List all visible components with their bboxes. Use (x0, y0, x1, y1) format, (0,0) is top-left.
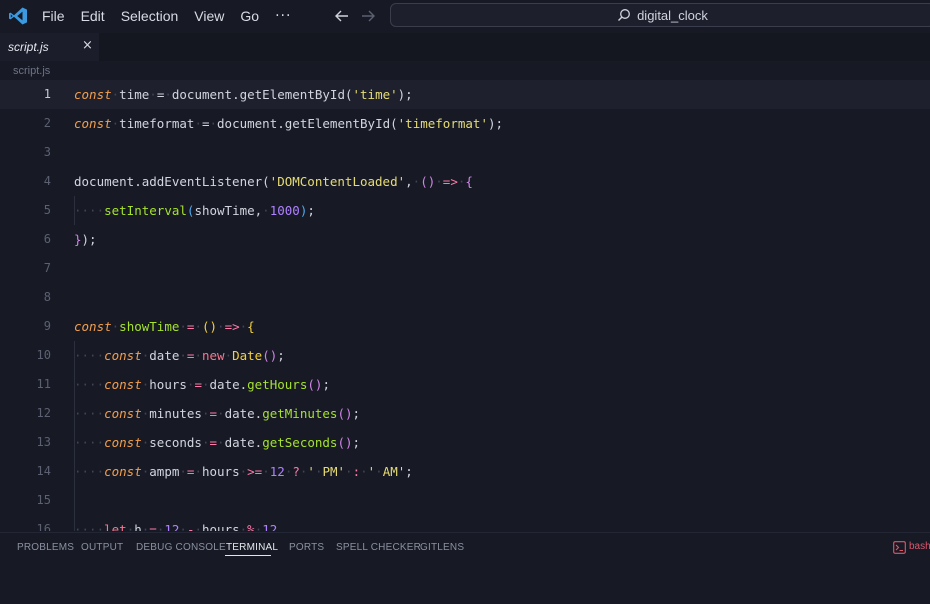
line-number: 4 (43, 174, 51, 188)
code-text: const·showTime·=·()·=>·{ (74, 319, 255, 334)
breadcrumb[interactable]: script.js (13, 65, 50, 77)
command-center-search[interactable]: digital_clock (390, 3, 930, 27)
menu-bar: File Edit Selection View Go ··· (34, 0, 299, 32)
terminal-shell-label[interactable]: bash (909, 541, 930, 552)
code-text: document.addEventListener('DOMContentLoa… (74, 174, 473, 189)
terminal-panel[interactable] (0, 562, 930, 604)
panel-tab-problems[interactable]: PROBLEMS (17, 542, 74, 553)
menu-edit[interactable]: Edit (73, 0, 113, 32)
active-tab-indicator (225, 555, 271, 556)
code-line[interactable]: 2 const·timeformat·=·document.getElementB… (0, 109, 930, 138)
line-number: 13 (36, 435, 51, 449)
panel-tab-bar: bash PROBLEMS OUTPUT DEBUG CONSOLE TERMINAL… (0, 532, 930, 562)
code-text: }); (74, 232, 97, 247)
panel-tab-output[interactable]: OUTPUT (81, 542, 123, 553)
line-number: 7 (43, 261, 51, 275)
menu-go[interactable]: Go (232, 0, 267, 32)
arrow-left-icon[interactable] (332, 6, 352, 26)
code-text: ····const·date·=·new·Date(); (74, 348, 285, 363)
code-line[interactable]: 7 (0, 254, 930, 283)
code-text: const·timeformat·=·document.getElementBy… (74, 116, 504, 131)
panel-tab-spell-checker[interactable]: SPELL CHECKER (336, 542, 421, 553)
indent-guide (74, 341, 75, 531)
code-line[interactable]: 5 ····setInterval(showTime,·1000); (0, 196, 930, 225)
code-line[interactable]: 13 ····const·seconds·=·date.getSeconds(); (0, 428, 930, 457)
line-number: 16 (36, 522, 51, 531)
line-number: 3 (43, 145, 51, 159)
tab-label: script.js (8, 40, 49, 54)
close-icon[interactable]: × (82, 39, 93, 53)
panel-tab-debug-console[interactable]: DEBUG CONSOLE (136, 542, 226, 553)
code-line[interactable]: 11 ····const·hours·=·date.getHours(); (0, 370, 930, 399)
code-text: ····const·hours·=·date.getHours(); (74, 377, 330, 392)
code-editor[interactable]: 1 const·time·=·document.getElementById('t… (0, 80, 930, 531)
code-line[interactable]: 6}); (0, 225, 930, 254)
code-line[interactable]: 8 (0, 283, 930, 312)
code-line[interactable]: 1 const·time·=·document.getElementById('t… (0, 80, 930, 109)
line-number: 14 (36, 464, 51, 478)
editor-tab-bar: script.js × (0, 33, 930, 61)
code-text: ····setInterval(showTime,·1000); (74, 203, 315, 218)
line-number: 11 (36, 377, 51, 391)
code-text: ····let·h·=·12·-·hours·%·12 (74, 522, 278, 531)
code-line[interactable]: 9 const·showTime·=·()·=>·{ (0, 312, 930, 341)
line-number: 15 (36, 493, 51, 507)
search-text: digital_clock (637, 7, 708, 23)
menu-view[interactable]: View (186, 0, 232, 32)
indent-guide (74, 196, 75, 225)
code-line[interactable]: 16 ····let·h·=·12·-·hours·%·12 (0, 515, 930, 531)
menu-selection[interactable]: Selection (113, 0, 187, 32)
line-number: 2 (43, 116, 51, 130)
menu-more-button[interactable]: ··· (267, 0, 299, 32)
line-number: 10 (36, 348, 51, 362)
search-icon (618, 9, 631, 21)
title-bar: File Edit Selection View Go ··· digital_… (0, 0, 930, 32)
code-line[interactable]: 14 ····const·ampm·=·hours·>=·12·?·'·PM'·:… (0, 457, 930, 486)
code-line[interactable]: 10 ····const·date·=·new·Date(); (0, 341, 930, 370)
code-text: ····const·ampm·=·hours·>=·12·?·'·PM'·:·'… (74, 464, 413, 479)
line-number: 12 (36, 406, 51, 420)
panel-tab-terminal[interactable]: TERMINAL (226, 542, 278, 553)
arrow-right-icon[interactable] (358, 6, 378, 26)
terminal-icon[interactable] (893, 541, 906, 554)
code-text: const·time·=·document.getElementById('ti… (74, 87, 413, 102)
line-number: 5 (43, 203, 51, 217)
menu-file[interactable]: File (34, 0, 73, 32)
tab-script-js[interactable]: script.js × (0, 33, 99, 61)
line-number: 9 (43, 319, 51, 333)
line-number: 6 (43, 232, 51, 246)
code-line[interactable]: 4 document.addEventListener('DOMContentLo… (0, 167, 930, 196)
vscode-logo-icon[interactable] (8, 6, 28, 26)
panel-tab-gitlens[interactable]: GITLENS (420, 542, 464, 553)
code-line[interactable]: 15 (0, 486, 930, 515)
line-number: 8 (43, 290, 51, 304)
code-text: ····const·minutes·=·date.getMinutes(); (74, 406, 361, 421)
code-text: ····const·seconds·=·date.getSeconds(); (74, 435, 361, 450)
panel-tab-ports[interactable]: PORTS (289, 542, 324, 553)
line-number: 1 (43, 87, 51, 101)
code-line[interactable]: 12 ····const·minutes·=·date.getMinutes(); (0, 399, 930, 428)
code-line[interactable]: 3 (0, 138, 930, 167)
